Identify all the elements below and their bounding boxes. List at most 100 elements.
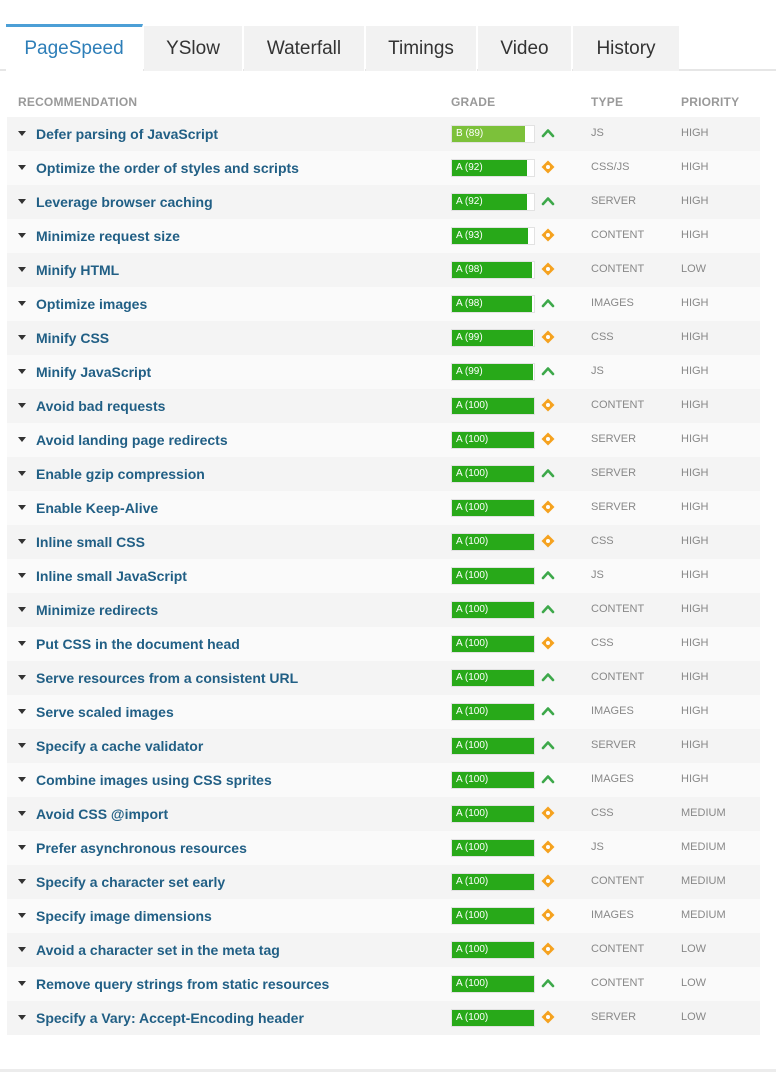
recommendation-name[interactable]: Minify HTML xyxy=(36,253,119,287)
expand-caret-icon[interactable] xyxy=(18,437,26,442)
expand-caret-icon[interactable] xyxy=(18,845,26,850)
table-row[interactable]: Avoid bad requests A (100) CONTENT HIGH xyxy=(7,389,760,423)
recommendation-name[interactable]: Avoid CSS @import xyxy=(36,797,168,831)
table-row[interactable]: Enable gzip compression A (100) SERVER HIGH xyxy=(7,457,760,491)
header-priority[interactable]: PRIORITY xyxy=(681,95,739,109)
expand-caret-icon[interactable] xyxy=(18,879,26,884)
table-row[interactable]: Leverage browser caching A (92) SERVER HIGH xyxy=(7,185,760,219)
header-recommendation[interactable]: RECOMMENDATION xyxy=(18,95,137,109)
recommendation-name[interactable]: Avoid bad requests xyxy=(36,389,165,423)
recommendation-name[interactable]: Defer parsing of JavaScript xyxy=(36,117,218,151)
table-row[interactable]: Avoid CSS @import A (100) CSS MEDIUM xyxy=(7,797,760,831)
recommendation-name[interactable]: Inline small CSS xyxy=(36,525,145,559)
expand-caret-icon[interactable] xyxy=(18,335,26,340)
table-row[interactable]: Minimize redirects A (100) CONTENT HIGH xyxy=(7,593,760,627)
recommendation-name[interactable]: Avoid landing page redirects xyxy=(36,423,228,457)
recommendation-name[interactable]: Prefer asynchronous resources xyxy=(36,831,247,865)
table-row[interactable]: Specify a cache validator A (100) SERVER HI… xyxy=(7,729,760,763)
table-row[interactable]: Avoid a character set in the meta tag A (… xyxy=(7,933,760,967)
expand-caret-icon[interactable] xyxy=(18,913,26,918)
expand-caret-icon[interactable] xyxy=(18,165,26,170)
priority-value: LOW xyxy=(681,1011,707,1023)
recommendation-name[interactable]: Combine images using CSS sprites xyxy=(36,763,272,797)
diamond-icon xyxy=(541,942,555,956)
table-row[interactable]: Specify a character set early A (100) CONT… xyxy=(7,865,760,899)
table-row[interactable]: Remove query strings from static resourc… xyxy=(7,967,760,1001)
recommendation-name[interactable]: Serve scaled images xyxy=(36,695,174,729)
table-row[interactable]: Avoid landing page redirects A (100) SERVE… xyxy=(7,423,760,457)
recommendation-name[interactable]: Leverage browser caching xyxy=(36,185,213,219)
recommendation-name[interactable]: Minimize request size xyxy=(36,219,180,253)
expand-caret-icon[interactable] xyxy=(18,267,26,272)
recommendation-name[interactable]: Inline small JavaScript xyxy=(36,559,187,593)
recommendation-name[interactable]: Minify JavaScript xyxy=(36,355,151,389)
tab-yslow[interactable]: YSlow xyxy=(144,26,243,71)
table-row[interactable]: Specify a Vary: Accept-Encoding header A … xyxy=(7,1001,760,1035)
table-row[interactable]: Prefer asynchronous resources A (100) JS ME… xyxy=(7,831,760,865)
expand-caret-icon[interactable] xyxy=(18,607,26,612)
table-row[interactable]: Specify image dimensions A (100) IMAGES MED… xyxy=(7,899,760,933)
recommendation-name[interactable]: Put CSS in the document head xyxy=(36,627,240,661)
grade-bar: B (89) xyxy=(451,125,535,143)
header-grade[interactable]: GRADE xyxy=(451,95,495,109)
tab-timings[interactable]: Timings xyxy=(366,26,477,71)
grade-label: A (100) xyxy=(456,604,489,615)
grade-bar: A (99) xyxy=(451,329,535,347)
recommendation-name[interactable]: Minimize redirects xyxy=(36,593,158,627)
expand-caret-icon[interactable] xyxy=(18,1015,26,1020)
expand-caret-icon[interactable] xyxy=(18,981,26,986)
expand-caret-icon[interactable] xyxy=(18,811,26,816)
expand-caret-icon[interactable] xyxy=(18,403,26,408)
expand-caret-icon[interactable] xyxy=(18,539,26,544)
grade-bar: A (98) xyxy=(451,261,535,279)
table-row[interactable]: Optimize the order of styles and scripts… xyxy=(7,151,760,185)
recommendation-name[interactable]: Serve resources from a consistent URL xyxy=(36,661,298,695)
tab-waterfall[interactable]: Waterfall xyxy=(244,26,365,71)
recommendation-name[interactable]: Specify a character set early xyxy=(36,865,225,899)
recommendation-name[interactable]: Minify CSS xyxy=(36,321,109,355)
table-row[interactable]: Put CSS in the document head A (100) CSS HI… xyxy=(7,627,760,661)
table-row[interactable]: Inline small CSS A (100) CSS HIGH xyxy=(7,525,760,559)
expand-caret-icon[interactable] xyxy=(18,301,26,306)
table-row[interactable]: Optimize images A (98) IMAGES HIGH xyxy=(7,287,760,321)
recommendation-name[interactable]: Optimize images xyxy=(36,287,147,321)
table-row[interactable]: Serve resources from a consistent URL A (… xyxy=(7,661,760,695)
expand-caret-icon[interactable] xyxy=(18,573,26,578)
table-row[interactable]: Enable Keep-Alive A (100) SERVER HIGH xyxy=(7,491,760,525)
expand-caret-icon[interactable] xyxy=(18,369,26,374)
expand-caret-icon[interactable] xyxy=(18,505,26,510)
recommendation-name[interactable]: Avoid a character set in the meta tag xyxy=(36,933,280,967)
tab-history[interactable]: History xyxy=(573,26,679,71)
table-row[interactable]: Minimize request size A (93) CONTENT HIGH xyxy=(7,219,760,253)
priority-value: MEDIUM xyxy=(681,841,726,853)
recommendation-name[interactable]: Specify a cache validator xyxy=(36,729,203,763)
recommendation-name[interactable]: Remove query strings from static resourc… xyxy=(36,967,329,1001)
recommendation-name[interactable]: Enable gzip compression xyxy=(36,457,205,491)
tab-video[interactable]: Video xyxy=(478,26,572,71)
type-value: SERVER xyxy=(591,467,637,479)
expand-caret-icon[interactable] xyxy=(18,675,26,680)
expand-caret-icon[interactable] xyxy=(18,743,26,748)
table-row[interactable]: Minify JavaScript A (99) JS HIGH xyxy=(7,355,760,389)
table-row[interactable]: Minify CSS A (99) CSS HIGH xyxy=(7,321,760,355)
expand-caret-icon[interactable] xyxy=(18,131,26,136)
recommendation-name[interactable]: Enable Keep-Alive xyxy=(36,491,158,525)
grade-label: A (92) xyxy=(456,196,483,207)
recommendation-name[interactable]: Specify image dimensions xyxy=(36,899,212,933)
expand-caret-icon[interactable] xyxy=(18,709,26,714)
table-row[interactable]: Serve scaled images A (100) IMAGES HIGH xyxy=(7,695,760,729)
expand-caret-icon[interactable] xyxy=(18,641,26,646)
expand-caret-icon[interactable] xyxy=(18,471,26,476)
recommendation-name[interactable]: Optimize the order of styles and scripts xyxy=(36,151,299,185)
table-row[interactable]: Inline small JavaScript A (100) JS HIGH xyxy=(7,559,760,593)
tab-pagespeed[interactable]: PageSpeed xyxy=(6,24,143,73)
expand-caret-icon[interactable] xyxy=(18,947,26,952)
recommendation-name[interactable]: Specify a Vary: Accept-Encoding header xyxy=(36,1001,304,1035)
table-row[interactable]: Combine images using CSS sprites A (100) I… xyxy=(7,763,760,797)
header-type[interactable]: TYPE xyxy=(591,95,623,109)
expand-caret-icon[interactable] xyxy=(18,199,26,204)
table-row[interactable]: Minify HTML A (98) CONTENT LOW xyxy=(7,253,760,287)
expand-caret-icon[interactable] xyxy=(18,777,26,782)
expand-caret-icon[interactable] xyxy=(18,233,26,238)
table-row[interactable]: Defer parsing of JavaScript B (89) JS HIGH xyxy=(7,117,760,151)
